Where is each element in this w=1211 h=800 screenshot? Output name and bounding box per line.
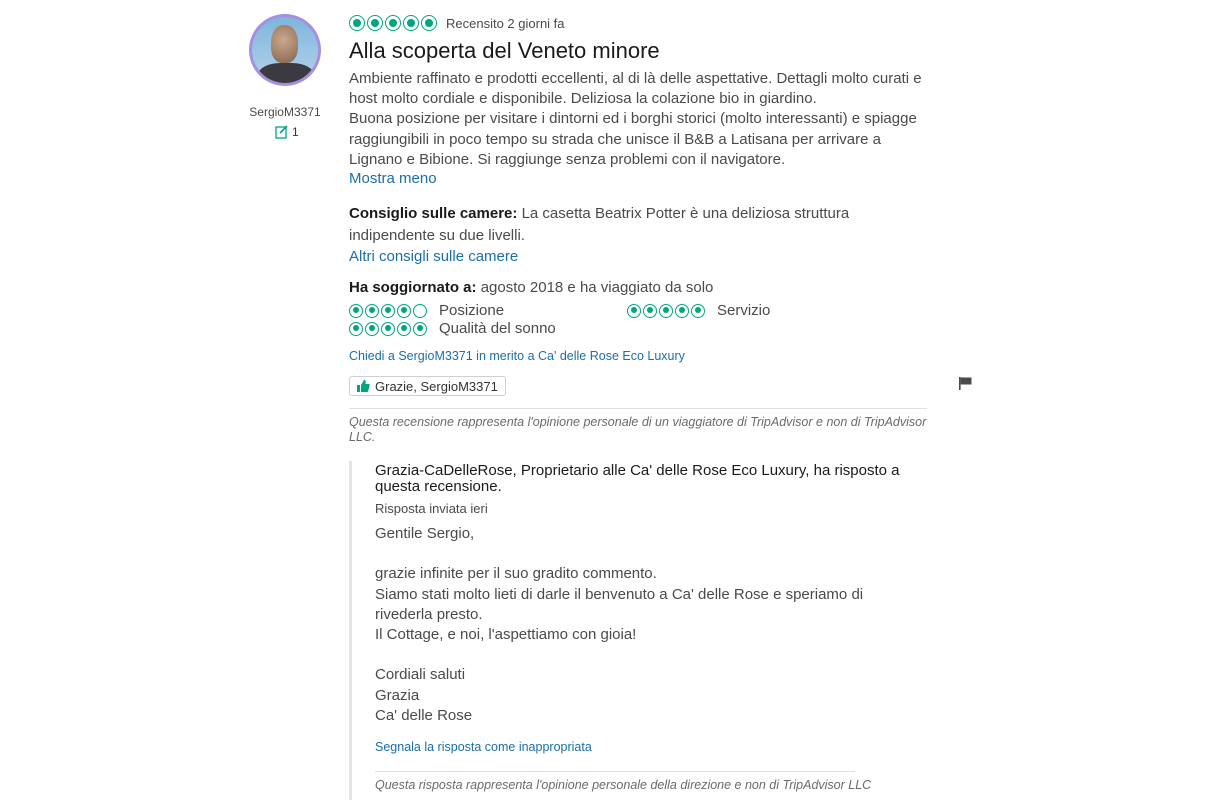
more-room-tips-link[interactable]: Altri consigli sulle camere [349, 248, 518, 265]
review-body-paragraph: Buona posizione per visitare i dintorni … [349, 110, 917, 168]
sub-rating-sleep-quality: Qualità del sonno [349, 320, 556, 337]
response-line [375, 645, 915, 665]
rating-bubble-filled-icon [349, 303, 363, 318]
report-response-link[interactable]: Segnala la risposta come inappropriata [375, 740, 592, 754]
sub-rating-label: Servizio [717, 302, 771, 319]
stayed-label: Ha soggiornato a: [349, 279, 477, 296]
review-body-paragraph: Ambiente raffinato e prodotti eccellenti… [349, 70, 922, 108]
review-title[interactable]: Alla scoperta del Veneto minore [349, 38, 660, 64]
rating-bubble-filled-icon [627, 303, 641, 318]
avatar-photo [252, 17, 318, 83]
avatar-body-shape [258, 63, 314, 83]
response-header: Grazia-CaDelleRose, Proprietario alle Ca… [375, 462, 900, 495]
response-line: Il Cottage, e noi, l'aspettiamo con gioi… [375, 626, 637, 643]
response-left-border [349, 461, 352, 800]
rating-bubble-filled-icon [421, 15, 437, 31]
thumbs-up-icon [357, 380, 370, 392]
rating-bubble-filled-icon [413, 321, 427, 336]
response-line: Siamo stati molto lieti di darle il benv… [375, 585, 864, 623]
contribution-icon [275, 125, 288, 139]
review-divider [349, 408, 927, 409]
rating-bubble-filled-icon [367, 15, 383, 31]
response-disclaimer: Questa risposta rappresenta l'opinione p… [375, 778, 872, 792]
rating-bubble-filled-icon [659, 303, 673, 318]
rating-bubble-empty-icon [413, 303, 427, 318]
sub-rating-bubbles [349, 303, 427, 318]
sub-rating-label: Posizione [439, 302, 505, 319]
response-line: Gentile Sergio, [375, 525, 475, 542]
rating-bubble-filled-icon [385, 15, 401, 31]
room-tip: Consiglio sulle camere: La casetta Beatr… [349, 203, 929, 247]
rating-bubble-filled-icon [349, 321, 363, 336]
review-rating-row: Recensito 2 giorni fa [349, 15, 565, 31]
rating-bubble-filled-icon [381, 321, 395, 336]
rating-bubble-filled-icon [397, 321, 411, 336]
reviewer-username[interactable]: SergioM3371 [236, 105, 334, 119]
stayed-info: Ha soggiornato a: agosto 2018 e ha viagg… [349, 279, 713, 296]
rating-bubble-filled-icon [349, 15, 365, 31]
stayed-text: agosto 2018 e ha viaggiato da solo [480, 279, 714, 296]
contribution-number: 1 [292, 125, 299, 139]
response-line: Ca' delle Rose [375, 706, 473, 724]
ask-reviewer-link[interactable]: Chiedi a SergioM3371 in merito a Ca' del… [349, 349, 685, 363]
review-disclaimer: Questa recensione rappresenta l'opinione… [349, 415, 927, 444]
show-less-link[interactable]: Mostra meno [349, 170, 437, 187]
rating-bubble-filled-icon [643, 303, 657, 318]
sub-rating-label: Qualità del sonno [439, 320, 556, 337]
sub-rating-bubbles [627, 303, 705, 318]
thanks-button-label: Grazie, SergioM3371 [375, 378, 498, 394]
rating-bubble-filled-icon [365, 303, 379, 318]
rating-bubble-filled-icon [691, 303, 705, 318]
review-date: Recensito 2 giorni fa [446, 15, 565, 31]
room-tip-label: Consiglio sulle camere: [349, 205, 518, 222]
response-line: Cordiali saluti [375, 666, 466, 684]
avatar-head-shape [271, 25, 298, 63]
reviewer-avatar[interactable] [249, 14, 321, 86]
response-line: Grazia [375, 686, 420, 704]
response-body: Gentile Sergio, grazie infinite per il s… [375, 524, 915, 726]
response-date: Risposta inviata ieri [375, 501, 488, 516]
rating-bubble-filled-icon [403, 15, 419, 31]
thanks-button[interactable]: Grazie, SergioM3371 [349, 376, 506, 396]
contribution-count: 1 [275, 124, 299, 140]
rating-bubble-filled-icon [365, 321, 379, 336]
rating-bubble-filled-icon [397, 303, 411, 318]
review-body: Ambiente raffinato e prodotti eccellenti… [349, 69, 929, 170]
response-divider [375, 771, 855, 772]
flag-icon[interactable] [958, 376, 973, 391]
response-line [375, 544, 915, 564]
response-line: grazie infinite per il suo gradito comme… [375, 565, 657, 583]
sub-rating-location: Posizione [349, 302, 504, 319]
review-rating-bubbles [349, 15, 437, 31]
sub-rating-bubbles [349, 321, 427, 336]
rating-bubble-filled-icon [381, 303, 395, 318]
rating-bubble-filled-icon [675, 303, 689, 318]
sub-rating-service: Servizio [627, 302, 770, 319]
